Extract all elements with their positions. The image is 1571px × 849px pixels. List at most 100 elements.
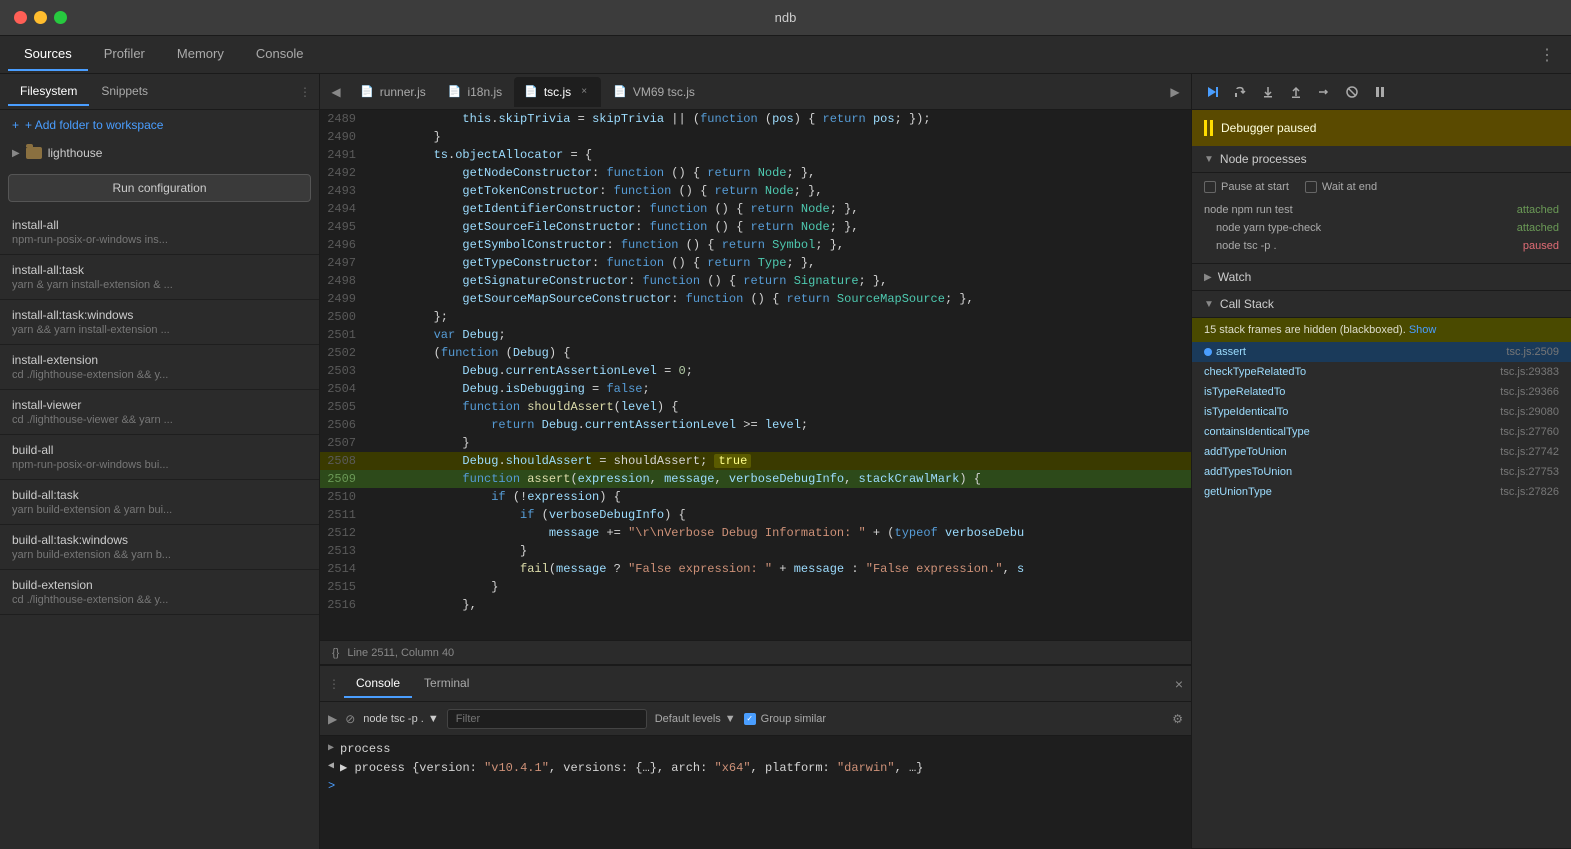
close-bottom-panel-icon[interactable]: × [1175,676,1183,692]
tab-sources[interactable]: Sources [8,38,88,71]
console-stop-icon[interactable]: ⊘ [345,712,355,726]
collapse-arrow-icon[interactable]: ◀ [328,760,334,772]
stack-frame-add-type-to-union[interactable]: addTypeToUnion tsc.js:27742 [1192,442,1571,462]
bottom-tabs: ⋮ Console Terminal × [320,666,1191,702]
group-similar-checkbox[interactable]: ✓ Group similar [744,713,826,725]
file-icon: 📄 [360,85,374,98]
console-text-process-expanded: ▶ process {version: "v10.4.1", versions:… [340,760,923,775]
editor-tab-i18n-js[interactable]: 📄 i18n.js [438,77,512,107]
stack-frame-add-types-to-union[interactable]: addTypesToUnion tsc.js:27753 [1192,462,1571,482]
stack-frame-is-type-related[interactable]: isTypeRelatedTo tsc.js:29366 [1192,382,1571,402]
watch-header[interactable]: ▶ Watch [1192,264,1571,291]
process-npm-run-test[interactable]: node npm run test attached [1204,201,1559,219]
resume-button[interactable] [1200,80,1224,104]
bottom-panel-more-icon[interactable]: ⋮ [328,677,340,691]
current-frame-indicator [1204,348,1212,356]
close-button[interactable] [14,11,27,24]
show-blackboxed-link[interactable]: Show [1409,324,1437,336]
level-chevron-icon: ▼ [725,713,736,725]
pause-at-start-checkbox[interactable] [1204,181,1216,193]
tab-memory[interactable]: Memory [161,38,240,71]
stack-frame-assert[interactable]: assert tsc.js:2509 [1192,342,1571,362]
main-layout: Filesystem Snippets ⋮ + + Add folder to … [0,74,1571,849]
step-out-button[interactable] [1284,80,1308,104]
right-panel: Debugger paused ▼ Node processes Pause a… [1191,74,1571,849]
console-filter-input[interactable] [447,709,647,729]
code-line-2493: 2493 getTokenConstructor: function () { … [320,182,1191,200]
editor-with-console: ◀ 📄 runner.js 📄 i18n.js 📄 tsc.js × [320,74,1191,849]
process-yarn-type-check[interactable]: node yarn type-check attached [1204,219,1559,237]
tab-console[interactable]: Console [240,38,320,71]
folder-lighthouse[interactable]: ▶ lighthouse [0,140,319,166]
sidebar: Filesystem Snippets ⋮ + + Add folder to … [0,74,320,849]
editor-play-button[interactable]: ▶ [1163,80,1187,104]
run-item-install-extension[interactable]: install-extension cd ./lighthouse-extens… [0,345,319,390]
expand-arrow-icon[interactable]: ▶ [328,742,334,754]
console-context-selector[interactable]: node tsc -p . ▼ [363,713,438,725]
run-item-build-all[interactable]: build-all npm-run-posix-or-windows bui..… [0,435,319,480]
sidebar-tab-snippets[interactable]: Snippets [89,78,160,106]
minimize-button[interactable] [34,11,47,24]
status-text: Line 2511, Column 40 [347,647,454,659]
add-folder-button[interactable]: + + Add folder to workspace [0,110,319,140]
main-tabs-more[interactable]: ⋮ [1539,45,1571,65]
wait-at-end-checkbox[interactable] [1305,181,1317,193]
run-item-install-all[interactable]: install-all npm-run-posix-or-windows ins… [0,210,319,255]
stack-frame-contains-identical-type[interactable]: containsIdenticalType tsc.js:27760 [1192,422,1571,442]
code-line-2505: 2505 function shouldAssert(level) { [320,398,1191,416]
editor-tab-runner-js[interactable]: 📄 runner.js [350,77,436,107]
step-into-button[interactable] [1256,80,1280,104]
step-over-button[interactable] [1228,80,1252,104]
process-tsc[interactable]: node tsc -p . paused [1204,237,1559,255]
stack-frame-get-union-type[interactable]: getUnionType tsc.js:27826 [1192,482,1571,502]
console-settings-icon[interactable]: ⚙ [1172,712,1183,726]
stack-frame-check-type-related[interactable]: checkTypeRelatedTo tsc.js:29383 [1192,362,1571,382]
run-item-build-all-task[interactable]: build-all:task yarn build-extension & ya… [0,480,319,525]
console-text-process: process [340,742,390,756]
run-item-install-all-task-windows[interactable]: install-all:task:windows yarn && yarn in… [0,300,319,345]
editor-tab-tsc-js[interactable]: 📄 tsc.js × [514,77,601,107]
code-line-2491: 2491 ts.objectAllocator = { [320,146,1191,164]
console-row-process[interactable]: ▶ process [320,740,1191,758]
editor-tab-vm69-tsc-js[interactable]: 📄 VM69 tsc.js [603,77,705,107]
stack-frame-is-type-identical[interactable]: isTypeIdenticalTo tsc.js:29080 [1192,402,1571,422]
bottom-tab-console[interactable]: Console [344,670,412,698]
deactivate-breakpoints-button[interactable] [1340,80,1364,104]
console-execute-icon[interactable]: ▶ [328,712,337,726]
editor-back-button[interactable]: ◀ [324,80,348,104]
node-processes-header[interactable]: ▼ Node processes [1192,146,1571,173]
bracket-icon: {} [332,647,339,659]
code-editor[interactable]: 2489 this.skipTrivia = skipTrivia || (fu… [320,110,1191,640]
code-line-2513: 2513 } [320,542,1191,560]
console-row-process-expanded[interactable]: ◀ ▶ process {version: "v10.4.1", version… [320,758,1191,777]
pause-at-start-label[interactable]: Pause at start [1204,181,1289,193]
debugger-paused-text: Debugger paused [1221,121,1316,135]
code-line-2510: 2510 if (!expression) { [320,488,1191,506]
sidebar-tabs: Filesystem Snippets ⋮ [0,74,319,110]
run-item-install-all-task[interactable]: install-all:task yarn & yarn install-ext… [0,255,319,300]
pause-button[interactable] [1368,80,1392,104]
run-item-build-extension[interactable]: build-extension cd ./lighthouse-extensio… [0,570,319,615]
window-controls [14,11,67,24]
console-prompt[interactable]: > [320,777,1191,795]
code-line-2501: 2501 var Debug; [320,326,1191,344]
sidebar-more-icon[interactable]: ⋮ [299,85,311,99]
code-line-2492: 2492 getNodeConstructor: function () { r… [320,164,1191,182]
wait-at-end-label[interactable]: Wait at end [1305,181,1377,193]
bottom-tab-terminal[interactable]: Terminal [412,670,481,698]
folder-chevron-icon: ▶ [12,148,20,159]
call-stack-header[interactable]: ▼ Call Stack [1192,291,1571,318]
sidebar-tab-filesystem[interactable]: Filesystem [8,78,89,106]
fullscreen-button[interactable] [54,11,67,24]
code-line-2498: 2498 getSignatureConstructor: function (… [320,272,1191,290]
step-button[interactable] [1312,80,1336,104]
close-tab-icon[interactable]: × [577,85,591,99]
pause-options: Pause at start Wait at end [1204,181,1559,193]
tab-profiler[interactable]: Profiler [88,38,161,71]
run-item-install-viewer[interactable]: install-viewer cd ./lighthouse-viewer &&… [0,390,319,435]
run-configuration-header[interactable]: Run configuration [8,174,311,202]
run-item-build-all-task-windows[interactable]: build-all:task:windows yarn build-extens… [0,525,319,570]
chevron-down-icon: ▼ [1204,154,1214,165]
console-level-selector[interactable]: Default levels ▼ [655,713,736,725]
code-line-2506: 2506 return Debug.currentAssertionLevel … [320,416,1191,434]
